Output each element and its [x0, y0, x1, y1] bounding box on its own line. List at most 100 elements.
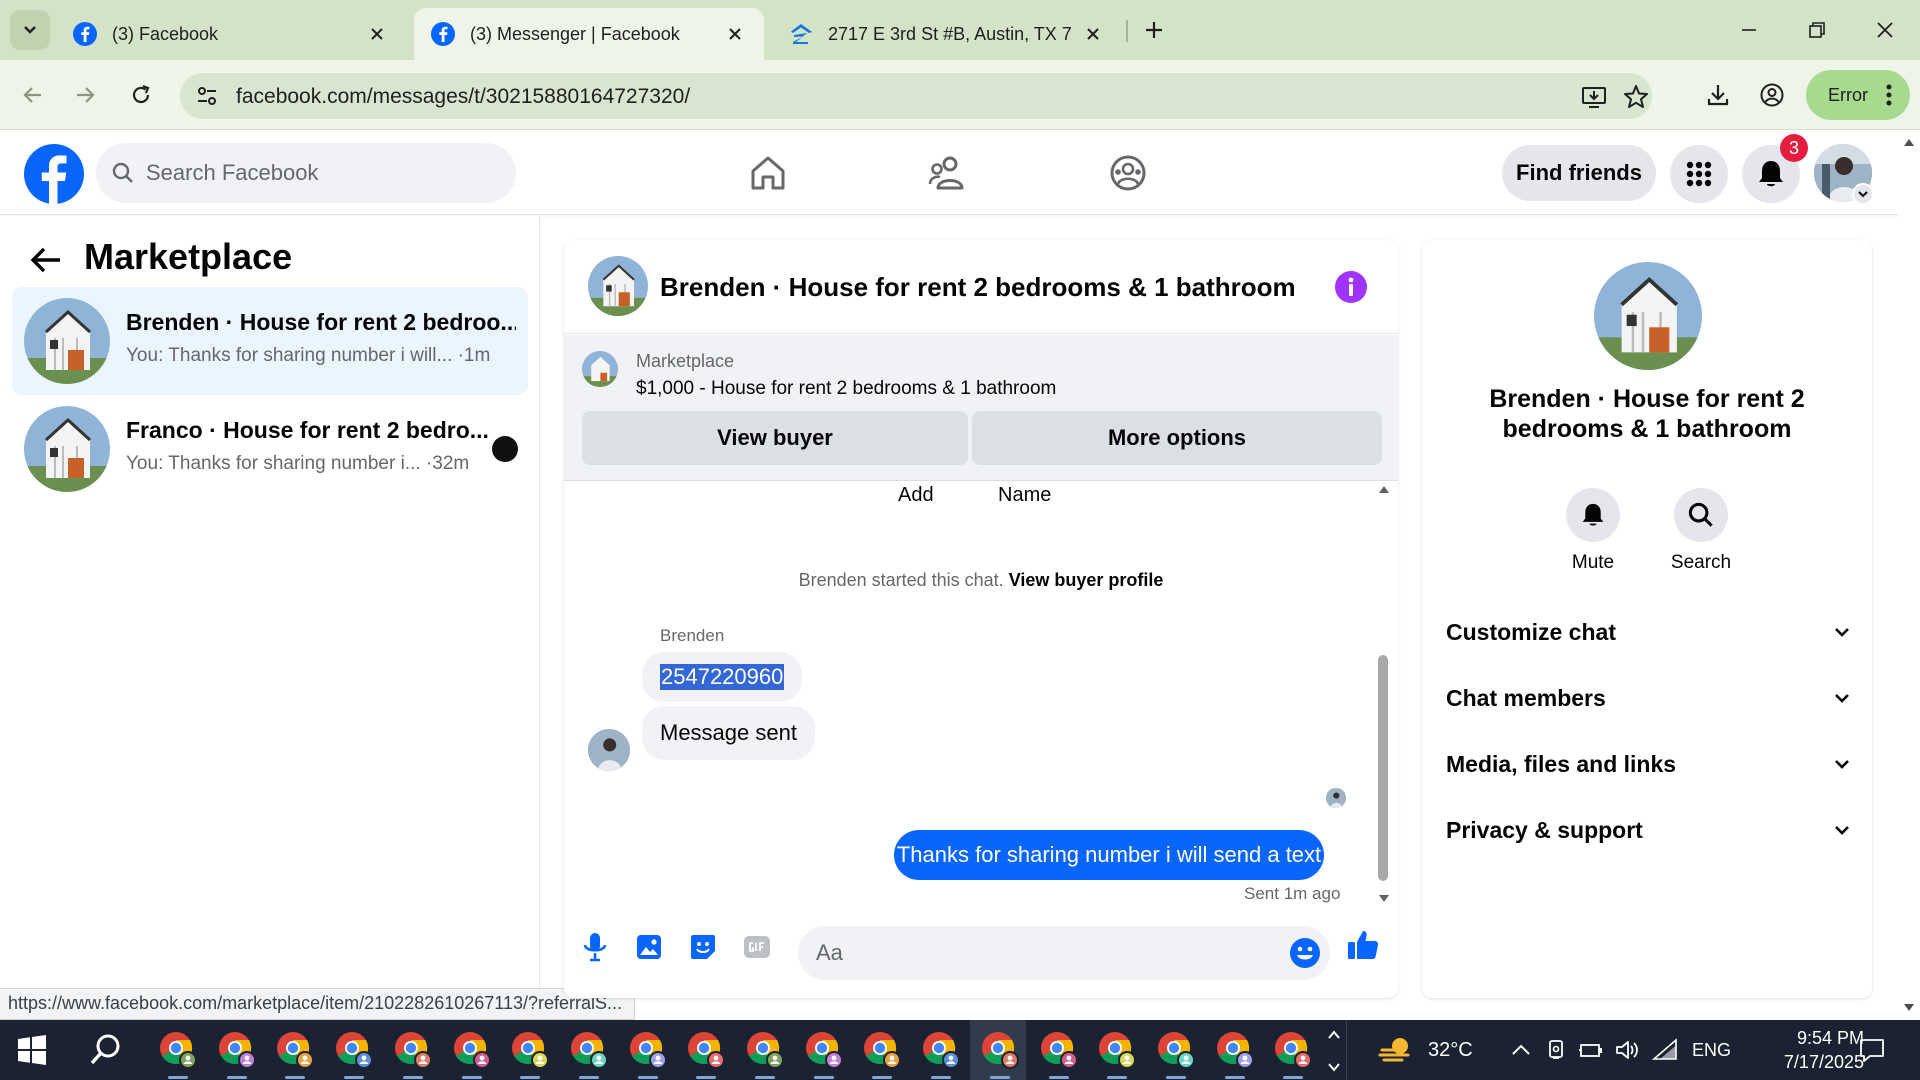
mute-button[interactable]: Mute: [1548, 488, 1638, 574]
chat-title[interactable]: Brenden · House for rent 2 bedrooms & 1 …: [660, 272, 1296, 303]
forward-button[interactable]: [66, 76, 104, 114]
view-buyer-profile-link[interactable]: View buyer profile: [1009, 570, 1164, 590]
conversation-item[interactable]: Brenden · House for rent 2 bedroo... You…: [12, 287, 528, 395]
voice-clip-button[interactable]: [578, 930, 612, 964]
chrome-app-icon[interactable]: [921, 1030, 961, 1070]
downloads-button[interactable]: [1700, 77, 1736, 113]
restore-button[interactable]: [1794, 12, 1840, 48]
reload-button[interactable]: [122, 76, 160, 114]
facebook-search-input[interactable]: Search Facebook: [96, 143, 516, 203]
facebook-icon: [431, 22, 455, 46]
search-icon[interactable]: [88, 1032, 124, 1068]
nav-home[interactable]: [746, 151, 790, 195]
incoming-message[interactable]: 2547220960: [642, 652, 803, 702]
back-to-chats-button[interactable]: [24, 238, 68, 282]
notification-center-icon[interactable]: [1858, 1036, 1886, 1064]
scroll-up-icon[interactable]: [1378, 484, 1390, 494]
tab-zillow[interactable]: 2717 E 3rd St #B, Austin, TX 787: [772, 8, 1122, 60]
scroll-down-icon[interactable]: [1378, 894, 1390, 904]
chrome-app-icon[interactable]: [1273, 1030, 1313, 1070]
chat-members-section[interactable]: Chat members: [1446, 678, 1850, 718]
close-window-button[interactable]: [1862, 12, 1908, 48]
chrome-app-icon[interactable]: [217, 1030, 257, 1070]
chrome-app-icon[interactable]: [1215, 1030, 1255, 1070]
tab-messenger[interactable]: (3) Messenger | Facebook: [414, 8, 764, 60]
like-button[interactable]: [1346, 928, 1380, 962]
emoji-icon[interactable]: [1288, 936, 1322, 970]
system-clock[interactable]: 9:54 PM 7/17/2025: [1744, 1026, 1864, 1074]
scroll-down-icon[interactable]: [1903, 1003, 1915, 1013]
message-text: Message sent: [660, 720, 797, 745]
windows-start-icon[interactable]: [16, 1034, 48, 1066]
phone-number-text[interactable]: 2547220960: [660, 664, 785, 690]
language-indicator[interactable]: ENG: [1692, 1040, 1731, 1061]
chrome-app-icon[interactable]: [686, 1030, 726, 1070]
chrome-app-icon[interactable]: [745, 1030, 785, 1070]
close-tab-icon[interactable]: [1080, 21, 1106, 47]
new-tab-button[interactable]: [1138, 14, 1170, 46]
bookmark-star-icon[interactable]: [1622, 83, 1650, 111]
nav-friends[interactable]: [926, 151, 970, 195]
chrome-app-icon[interactable]: [980, 1030, 1020, 1070]
conversation-item[interactable]: Franco · House for rent 2 bedro... You: …: [12, 395, 528, 503]
chrome-app-icon[interactable]: [1097, 1030, 1137, 1070]
outgoing-message[interactable]: Thanks for sharing number i will send a …: [894, 830, 1324, 880]
message-input[interactable]: Aa: [798, 926, 1330, 980]
sticker-button[interactable]: [686, 930, 720, 964]
running-indicator: [226, 1076, 247, 1079]
chrome-app-icon[interactable]: [452, 1030, 492, 1070]
install-app-icon[interactable]: [1580, 83, 1608, 111]
find-friends-button[interactable]: Find friends: [1502, 145, 1656, 201]
volume-icon[interactable]: [1614, 1038, 1640, 1062]
chrome-app-icon[interactable]: [862, 1030, 902, 1070]
menu-button[interactable]: [1670, 145, 1728, 203]
chrome-app-icon[interactable]: [1039, 1030, 1079, 1070]
taskbar-scroll-arrows-icon[interactable]: [1324, 1024, 1344, 1076]
back-button[interactable]: [14, 76, 52, 114]
minimize-button[interactable]: [1726, 12, 1772, 48]
wifi-icon[interactable]: [1652, 1038, 1678, 1062]
attach-photo-button[interactable]: [632, 930, 666, 964]
profile-button[interactable]: [1754, 77, 1790, 113]
chat-scroll-thumb[interactable]: [1378, 655, 1388, 881]
chrome-app-icon[interactable]: [393, 1030, 433, 1070]
customize-chat-section[interactable]: Customize chat: [1446, 612, 1850, 652]
address-bar[interactable]: facebook.com/messages/t/3021588016472732…: [180, 73, 1652, 119]
facebook-logo-icon[interactable]: [24, 144, 84, 204]
chat-avatar[interactable]: [588, 256, 648, 316]
chrome-app-icon[interactable]: [510, 1030, 550, 1070]
incoming-message[interactable]: Message sent: [642, 706, 815, 760]
tab-search-button[interactable]: [10, 10, 50, 50]
chrome-app-icon[interactable]: [1156, 1030, 1196, 1070]
nav-groups[interactable]: [1106, 151, 1150, 195]
chrome-app-icon[interactable]: [334, 1030, 374, 1070]
gif-button[interactable]: [740, 930, 774, 964]
notification-count-badge: 3: [1780, 134, 1808, 162]
chevron-up-icon[interactable]: [1508, 1038, 1534, 1062]
close-tab-icon[interactable]: [364, 21, 390, 47]
view-buyer-button[interactable]: View buyer: [582, 411, 968, 465]
meet-now-icon[interactable]: [1544, 1038, 1570, 1062]
battery-icon[interactable]: [1578, 1038, 1604, 1062]
chrome-app-icon[interactable]: [628, 1030, 668, 1070]
tab-facebook[interactable]: (3) Facebook: [56, 8, 406, 60]
listing-avatar-large[interactable]: [1594, 262, 1702, 370]
account-chevron[interactable]: [1852, 183, 1874, 205]
sender-avatar[interactable]: [588, 729, 630, 771]
chrome-app-icon[interactable]: [804, 1030, 844, 1070]
media-files-section[interactable]: Media, files and links: [1446, 744, 1850, 784]
page-scrollbar[interactable]: [1898, 131, 1920, 1019]
listing-description[interactable]: $1,000 - House for rent 2 bedrooms & 1 b…: [636, 378, 1056, 400]
profile-error-button[interactable]: Error: [1806, 70, 1910, 120]
chrome-app-icon[interactable]: [569, 1030, 609, 1070]
weather-sun-haze-icon[interactable]: [1378, 1034, 1416, 1066]
privacy-support-section[interactable]: Privacy & support: [1446, 810, 1850, 850]
close-tab-icon[interactable]: [722, 21, 748, 47]
chrome-app-icon[interactable]: [275, 1030, 315, 1070]
chrome-app-icon[interactable]: [158, 1030, 198, 1070]
info-icon[interactable]: [1334, 270, 1368, 304]
scroll-up-icon[interactable]: [1903, 137, 1915, 147]
search-chat-button[interactable]: Search: [1656, 488, 1746, 574]
site-settings-icon[interactable]: [194, 83, 220, 109]
more-options-button[interactable]: More options: [972, 411, 1382, 465]
